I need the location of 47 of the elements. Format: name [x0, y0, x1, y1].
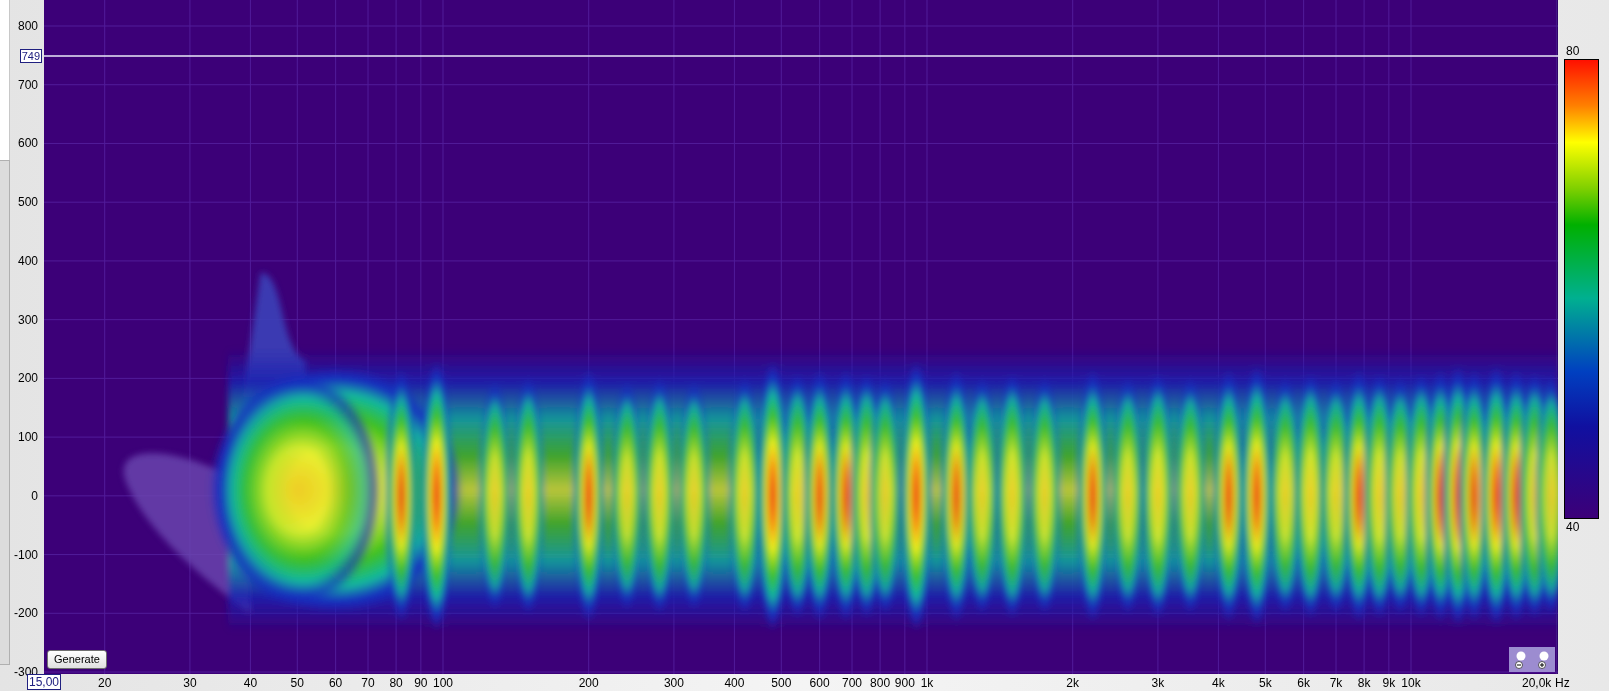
x-axis-label: 3k — [1151, 676, 1165, 690]
unit-label: Hz — [1555, 676, 1570, 690]
x-axis-label: 20 — [98, 676, 112, 690]
x-axis-label: 70 — [361, 676, 375, 690]
x-axis-label: 7k — [1329, 676, 1343, 690]
start-value-label: 15,00 — [27, 674, 62, 690]
zoom-in-icon[interactable] — [1537, 650, 1550, 669]
x-axis-label: 9k — [1382, 676, 1396, 690]
zoom-out-icon[interactable] — [1514, 650, 1527, 669]
y-axis-label: 800 — [17, 19, 38, 33]
x-axis-label: 300 — [663, 676, 684, 690]
y-axis-label: 200 — [17, 371, 38, 386]
generate-button[interactable]: Generate — [47, 650, 107, 669]
x-axis-label: 80 — [389, 676, 403, 690]
x-axis-label: 900 — [894, 676, 915, 690]
x-axis-label: 90 — [414, 676, 428, 690]
y-axis-label: 700 — [17, 77, 38, 92]
y-axis-label: 100 — [17, 430, 38, 445]
x-axis-label: 5k — [1258, 676, 1272, 690]
x-axis-label: 40 — [243, 676, 258, 690]
y-axis-label: 600 — [17, 136, 38, 151]
x-axis-label: 400 — [724, 676, 745, 690]
x-axis-label: 50 — [290, 676, 304, 690]
x-axis-label: 60 — [328, 676, 343, 690]
x-axis-label: 4k — [1212, 676, 1225, 690]
y-axis-label: 500 — [17, 195, 38, 210]
x-axis-label: 500 — [771, 676, 792, 690]
x-axis-label: 20,0k — [1522, 676, 1552, 690]
x-axis-label: 6k — [1297, 676, 1310, 690]
x-axis-label: 30 — [183, 676, 197, 690]
x-axis-label: 100 — [433, 676, 453, 690]
x-axis-label: 1k — [920, 676, 934, 690]
x-axis-label: 700 — [842, 676, 863, 690]
scale-min-label: 40 — [1566, 520, 1580, 534]
y-axis-label: -100 — [13, 547, 38, 562]
x-axis-label: 600 — [809, 676, 830, 690]
y-axis-label: -200 — [13, 606, 38, 621]
x-axis-label: 800 — [870, 676, 891, 690]
x-axis-label: 10k — [1401, 676, 1421, 690]
cursor-value-label: 749 — [19, 48, 42, 63]
y-axis-label: 0 — [31, 488, 38, 503]
y-axis-label: 300 — [17, 312, 38, 327]
scale-max-label: 80 — [1566, 44, 1580, 58]
x-axis-label: 8k — [1357, 676, 1371, 690]
x-axis-label: 2k — [1066, 676, 1080, 690]
x-axis-label: 200 — [578, 676, 599, 690]
y-axis-label: 400 — [17, 253, 38, 268]
